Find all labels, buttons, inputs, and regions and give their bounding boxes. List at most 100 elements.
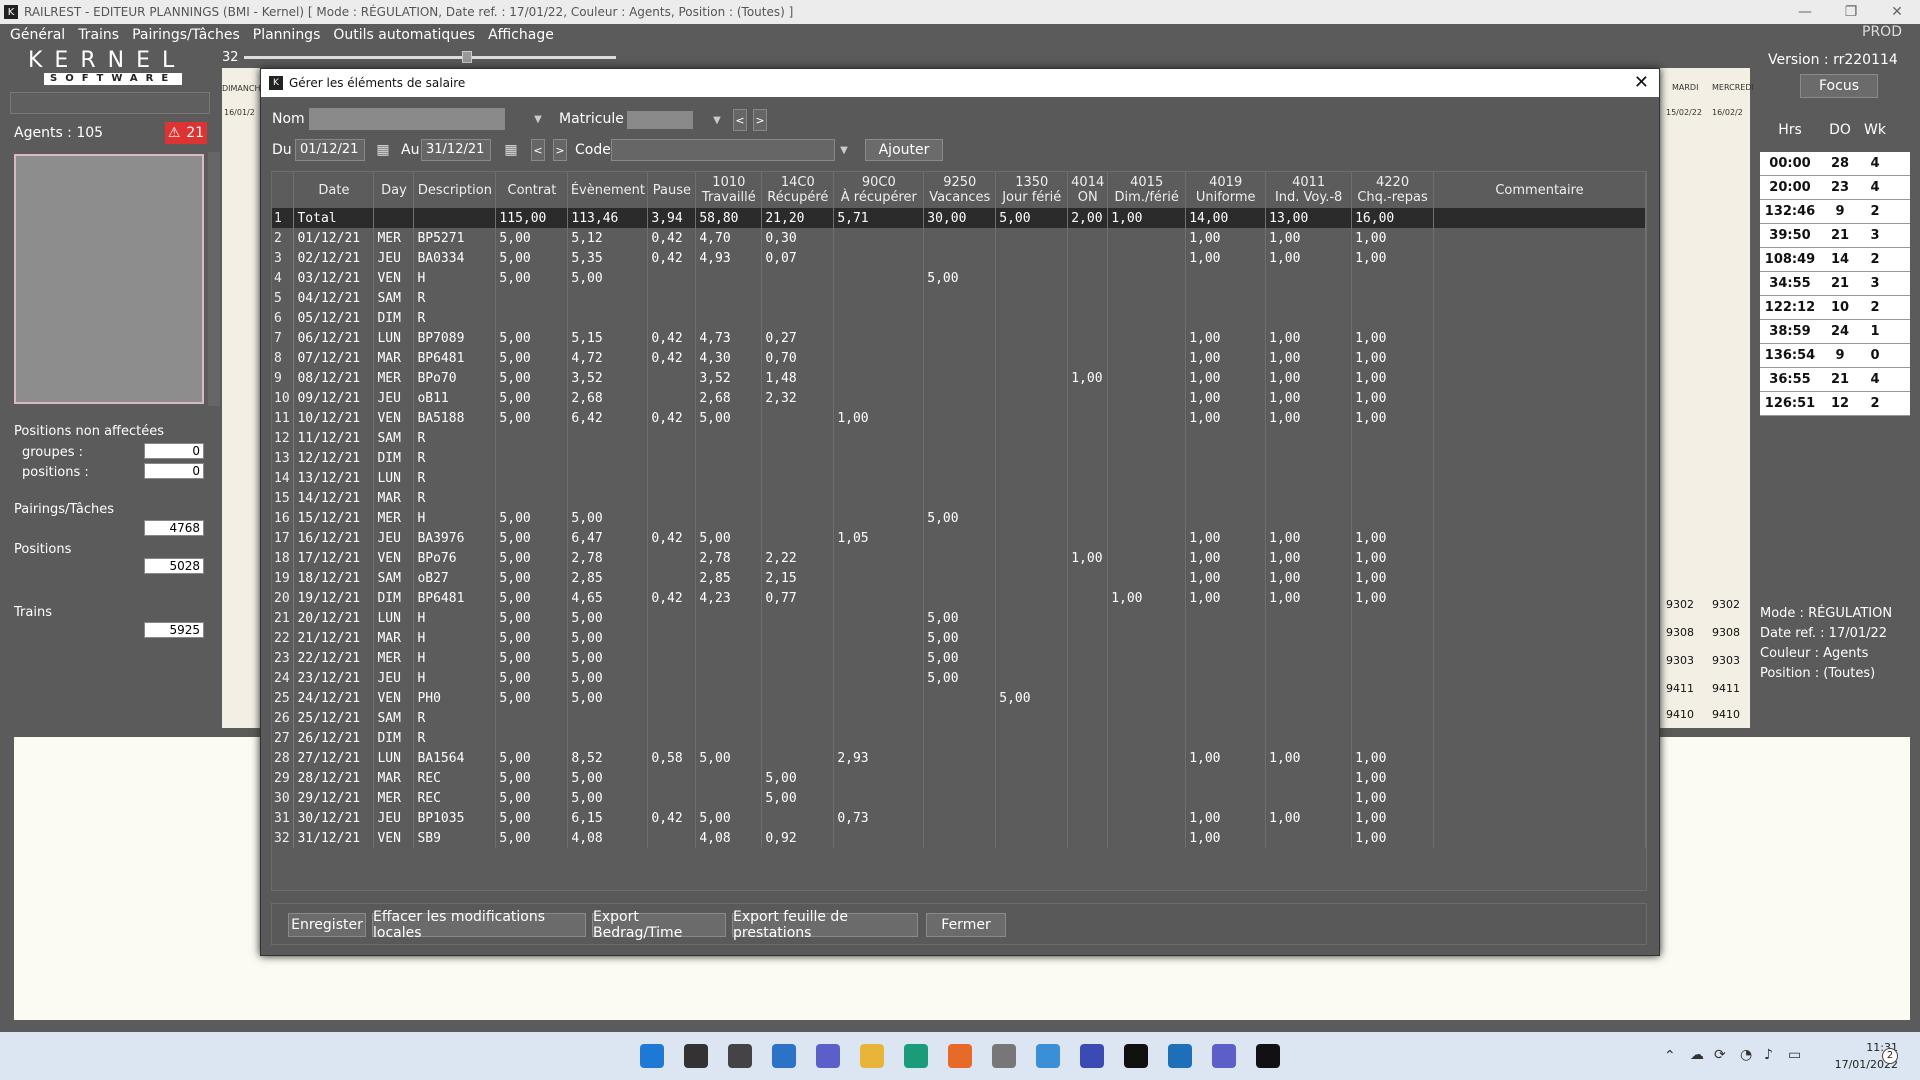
table-cell[interactable] (923, 308, 997, 328)
table-cell[interactable]: 1,00 (1351, 588, 1435, 608)
table-cell[interactable]: DIM (373, 308, 415, 328)
table-row[interactable]: 25 24/12/21 VEN PH0 5,00 5,00 5,00 (272, 688, 1646, 708)
table-cell[interactable]: 2,78 (695, 548, 763, 568)
table-cell[interactable] (647, 548, 697, 568)
table-cell[interactable]: 21,20 (761, 208, 835, 228)
table-cell[interactable]: 30/12/21 (293, 808, 375, 828)
table-cell[interactable]: MER (373, 648, 415, 668)
table-cell[interactable] (1265, 608, 1353, 628)
table-cell[interactable]: JEU (373, 808, 415, 828)
table-cell[interactable]: 19/12/21 (293, 588, 375, 608)
table-cell[interactable] (1067, 768, 1109, 788)
table-cell[interactable]: 16/12/21 (293, 528, 375, 548)
calendar-icon[interactable]: ▦ (501, 139, 521, 161)
column-header[interactable]: 4015 Dim./férié (1107, 172, 1187, 208)
agent-search-box[interactable] (10, 92, 210, 114)
table-row[interactable]: 8 07/12/21 MAR BP6481 5,00 4,72 0,42 4,30 0,70 1,… (272, 348, 1646, 368)
table-cell[interactable]: oB11 (413, 388, 497, 408)
table-cell[interactable] (995, 608, 1069, 628)
table-cell[interactable]: 31/12/21 (293, 828, 375, 848)
table-cell[interactable]: 5,00 (923, 648, 997, 668)
table-cell[interactable]: 2,68 (567, 388, 649, 408)
table-cell[interactable] (833, 768, 925, 788)
table-cell[interactable]: 2,22 (761, 548, 835, 568)
table-cell[interactable]: 01/12/21 (293, 228, 375, 248)
table-cell[interactable] (1433, 588, 1646, 608)
window-icon[interactable] (1168, 1044, 1192, 1068)
table-cell[interactable]: 6,42 (567, 408, 649, 428)
table-cell[interactable] (695, 728, 763, 748)
stats-row[interactable]: 136:54 9 0 (1760, 344, 1910, 368)
table-cell[interactable]: 02/12/21 (293, 248, 375, 268)
table-cell[interactable] (1067, 588, 1109, 608)
table-cell[interactable] (1185, 608, 1267, 628)
table-cell[interactable]: 0,42 (647, 348, 697, 368)
table-cell[interactable] (995, 388, 1069, 408)
table-row[interactable]: 9 08/12/21 MER BPo70 5,00 3,52 3,52 1,48 1,00 1,0… (272, 368, 1646, 388)
table-cell[interactable]: SAM (373, 288, 415, 308)
table-cell[interactable] (833, 608, 925, 628)
table-cell[interactable] (923, 708, 997, 728)
table-cell[interactable] (1067, 788, 1109, 808)
table-cell[interactable] (1433, 208, 1646, 228)
table-cell[interactable] (1265, 508, 1353, 528)
table-cell[interactable] (413, 208, 497, 228)
table-cell[interactable] (1351, 708, 1435, 728)
column-header[interactable]: 4014 ON (1067, 172, 1109, 208)
table-cell[interactable] (1265, 308, 1353, 328)
table-cell[interactable] (1433, 548, 1646, 568)
table-cell[interactable] (995, 548, 1069, 568)
table-cell[interactable] (1433, 448, 1646, 468)
widgets-icon[interactable] (772, 1044, 796, 1068)
table-cell[interactable] (1067, 688, 1109, 708)
table-cell[interactable] (1351, 448, 1435, 468)
table-cell[interactable] (1107, 488, 1187, 508)
table-cell[interactable] (995, 768, 1069, 788)
table-cell[interactable] (695, 268, 763, 288)
table-cell[interactable] (695, 448, 763, 468)
edge-icon[interactable] (904, 1044, 928, 1068)
table-cell[interactable] (1351, 428, 1435, 448)
table-cell[interactable]: 5,00 (567, 768, 649, 788)
table-cell[interactable] (1265, 288, 1353, 308)
table-cell[interactable] (1265, 728, 1353, 748)
table-cell[interactable] (567, 448, 649, 468)
table-row[interactable]: 12 11/12/21 SAM R (272, 428, 1646, 448)
table-cell[interactable] (995, 488, 1069, 508)
table-cell[interactable]: 5,00 (495, 388, 569, 408)
table-cell[interactable] (761, 708, 835, 728)
menu-outils[interactable]: Outils automatiques (333, 27, 475, 43)
table-cell[interactable]: 0,58 (647, 748, 697, 768)
table-cell[interactable]: MAR (373, 628, 415, 648)
table-cell[interactable] (1185, 628, 1267, 648)
table-cell[interactable]: 1,00 (1351, 568, 1435, 588)
table-cell[interactable] (495, 728, 569, 748)
table-cell[interactable]: H (413, 668, 497, 688)
table-cell[interactable]: 4,93 (695, 248, 763, 268)
table-cell[interactable] (761, 288, 835, 308)
table-cell[interactable] (1433, 608, 1646, 628)
table-cell[interactable] (647, 828, 697, 848)
table-cell[interactable]: LUN (373, 468, 415, 488)
table-row[interactable]: 6 05/12/21 DIM R (272, 308, 1646, 328)
train-label[interactable]: 9410 (1712, 708, 1740, 721)
table-cell[interactable]: 5,00 (495, 648, 569, 668)
table-cell[interactable]: 0,42 (647, 528, 697, 548)
table-cell[interactable]: 5,00 (495, 588, 569, 608)
table-cell[interactable]: Total (293, 208, 375, 228)
table-cell[interactable]: BA3976 (413, 528, 497, 548)
table-cell[interactable] (1067, 508, 1109, 528)
table-cell[interactable]: R (413, 308, 497, 328)
table-cell[interactable] (995, 708, 1069, 728)
table-cell[interactable] (647, 728, 697, 748)
table-cell[interactable] (1433, 648, 1646, 668)
train-label[interactable]: 9303 (1666, 654, 1694, 667)
table-cell[interactable]: 25/12/21 (293, 708, 375, 728)
table-cell[interactable]: 05/12/21 (293, 308, 375, 328)
column-header[interactable]: Contrat (495, 172, 569, 208)
table-cell[interactable] (923, 348, 997, 368)
table-cell[interactable]: 4,70 (695, 228, 763, 248)
table-cell[interactable]: JEU (373, 388, 415, 408)
table-cell[interactable] (1433, 728, 1646, 748)
table-cell[interactable] (567, 428, 649, 448)
